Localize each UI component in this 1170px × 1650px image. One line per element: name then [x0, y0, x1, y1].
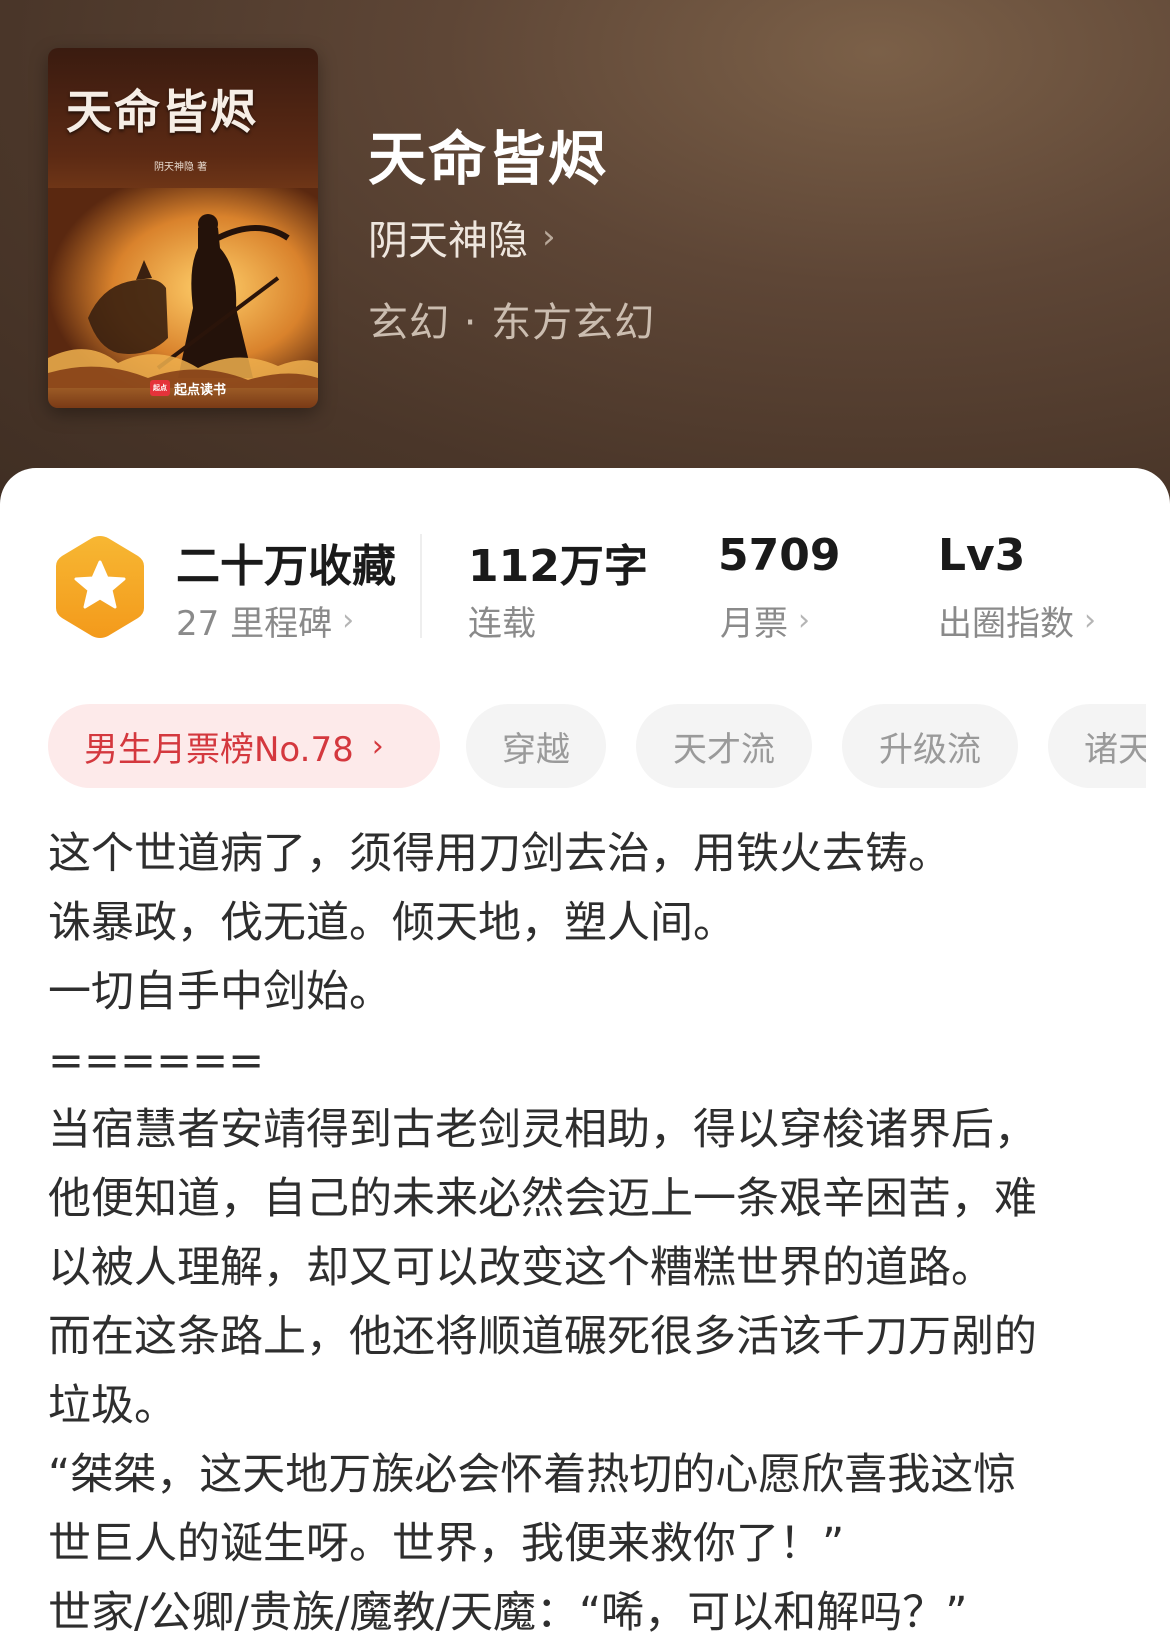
monthly-ticket-label: 月票	[720, 604, 788, 644]
cover-title: 天命皆烬	[66, 85, 258, 139]
influence-level: Lv3	[938, 530, 1026, 581]
stats-divider	[420, 534, 422, 638]
description-line: 世家/公卿/贵族/魔教/天魔：“唏，可以和解吗？”	[48, 1588, 968, 1638]
tag-row: 男生月票榜No.78 › 穿越 天才流 升级流 诸天	[48, 704, 1146, 788]
description-line: 这个世道病了，须得用刀剑去治，用铁火去铸。	[48, 829, 951, 879]
book-genre: 玄幻 · 东方玄幻	[368, 300, 656, 346]
milestone-label: 27 里程碑	[176, 604, 333, 644]
chevron-right-icon: ›	[542, 217, 556, 257]
description-line: “桀桀，这天地万族必会怀着热切的心愿欣喜我这惊	[48, 1450, 1017, 1500]
chevron-right-icon: ›	[371, 728, 384, 764]
tag-chip[interactable]: 升级流	[842, 704, 1018, 788]
description-line: 当宿慧者安靖得到古老剑灵相助，得以穿梭诸界后，	[48, 1105, 1037, 1155]
brand-logo-icon: 起点	[150, 380, 170, 396]
cover-illustration	[48, 188, 318, 388]
chevron-right-icon: ›	[798, 603, 810, 638]
description-line: 以被人理解，却又可以改变这个糟糕世界的道路。	[48, 1243, 994, 1293]
star-hexagon-icon	[56, 536, 144, 638]
author-link[interactable]: 阴天神隐 ›	[368, 212, 556, 264]
cover-author-credit: 阴天神隐 著	[154, 162, 208, 173]
stats-row: 二十万收藏 27 里程碑 › 112万字 连载 5709 月票 › Lv3 出圈…	[0, 468, 1170, 668]
influence-link[interactable]: 出圈指数 ›	[938, 596, 1096, 645]
rank-tag-label: 男生月票榜No.78	[84, 729, 354, 770]
book-title: 天命皆烬	[368, 125, 609, 193]
milestone-link[interactable]: 27 里程碑 ›	[176, 596, 354, 645]
chevron-right-icon: ›	[1084, 603, 1096, 638]
description-line: 而在这条路上，他还将顺道碾死很多活该千刀万剐的	[48, 1312, 1037, 1362]
description-line: 他便知道，自己的未来必然会迈上一条艰辛困苦，难	[48, 1174, 1037, 1224]
tag-chip[interactable]: 诸天	[1048, 704, 1146, 788]
book-header: 天命皆烬 阴天神隐 著 起点 起点读书 天命皆烬 阴天神隐 › 玄幻 · 东方玄…	[0, 0, 1170, 520]
word-count: 112万字	[468, 541, 648, 592]
book-description: 这个世道病了，须得用刀剑去治，用铁火去铸。 诛暴政，伐无道。倾天地，塑人间。 一…	[48, 820, 1138, 1648]
influence-label: 出圈指数	[938, 604, 1074, 644]
monthly-ticket-count: 5709	[718, 530, 841, 581]
book-cover[interactable]: 天命皆烬 阴天神隐 著 起点 起点读书	[48, 48, 318, 408]
description-line: ======	[48, 1036, 265, 1086]
rank-tag[interactable]: 男生月票榜No.78 ›	[48, 704, 440, 788]
book-detail-card: 二十万收藏 27 里程碑 › 112万字 连载 5709 月票 › Lv3 出圈…	[0, 468, 1170, 1650]
description-line: 诛暴政，伐无道。倾天地，塑人间。	[48, 898, 736, 948]
monthly-ticket-link[interactable]: 月票 ›	[720, 596, 810, 645]
serial-status-label: 连载	[468, 604, 536, 644]
tag-chip[interactable]: 天才流	[636, 704, 812, 788]
description-line: 一切自手中剑始。	[48, 967, 392, 1017]
chevron-right-icon: ›	[342, 603, 355, 638]
cover-brand: 起点 起点读书	[150, 378, 226, 398]
serial-status: 连载	[468, 596, 536, 645]
favorites-count: 二十万收藏	[176, 541, 396, 592]
cover-brand-label: 起点读书	[174, 382, 227, 398]
author-name: 阴天神隐	[368, 218, 528, 264]
description-line: 世巨人的诞生呀。世界，我便来救你了！”	[48, 1519, 845, 1569]
description-line: 垃圾。	[48, 1381, 177, 1431]
tag-chip[interactable]: 穿越	[466, 704, 606, 788]
